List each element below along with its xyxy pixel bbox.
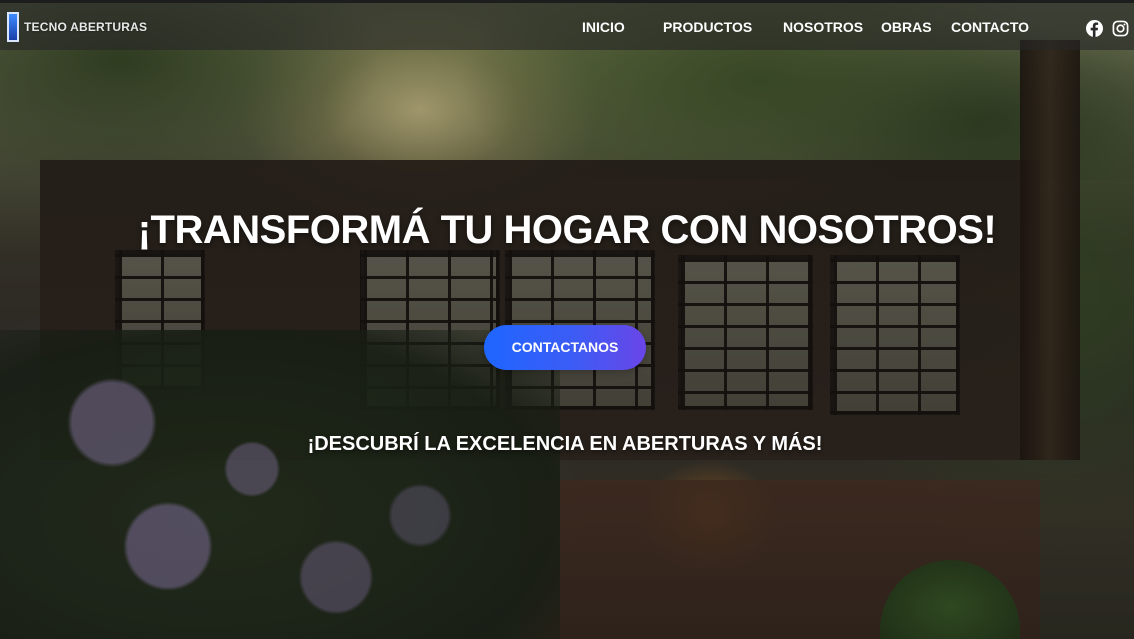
hero-title: ¡TRANSFORMÁ TU HOGAR CON NOSOTROS! — [137, 208, 997, 252]
hero-dark-overlay — [0, 0, 1134, 639]
nav-item-contacto[interactable]: CONTACTO — [951, 19, 1029, 35]
brand-logo[interactable]: TECNO ABERTURAS — [4, 10, 147, 44]
contact-button[interactable]: CONTACTANOS — [484, 325, 646, 370]
logo-door-icon — [4, 10, 22, 44]
nav-item-nosotros[interactable]: NOSOTROS — [783, 19, 863, 35]
hero-subtitle: ¡DESCUBRÍ LA EXCELENCIA EN ABERTURAS Y M… — [307, 433, 823, 455]
logo-text: TECNO ABERTURAS — [24, 20, 148, 34]
nav-item-inicio[interactable]: INICIO — [582, 19, 625, 35]
instagram-icon[interactable] — [1112, 20, 1129, 37]
site-header: TECNO ABERTURAS INICIO PRODUCTOS NOSOTRO… — [0, 0, 1134, 50]
nav-item-obras[interactable]: OBRAS — [881, 19, 932, 35]
nav-item-productos[interactable]: PRODUCTOS — [663, 19, 752, 35]
facebook-icon[interactable] — [1086, 20, 1103, 37]
